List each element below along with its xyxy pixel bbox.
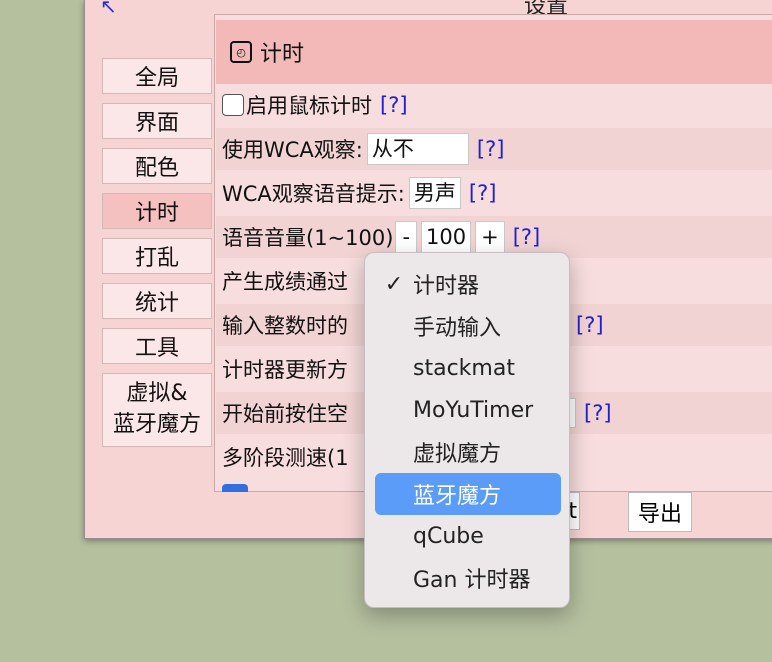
- sidebar-item-colors[interactable]: 配色: [102, 148, 212, 184]
- menu-item-label: 计时器: [413, 274, 480, 299]
- volume-decrease-button[interactable]: -: [395, 221, 418, 253]
- row-mouse-timer: 启用鼠标计时 [?]: [216, 84, 772, 126]
- help-link[interactable]: [?]: [513, 225, 541, 249]
- sidebar-item-label: 虚拟&: [126, 381, 188, 407]
- help-link[interactable]: [?]: [380, 93, 408, 117]
- multiphase-label: 多阶段测速(1: [222, 446, 349, 470]
- wca-voice-label: WCA观察语音提示:: [222, 182, 405, 206]
- menu-item-timer[interactable]: ✓ 计时器: [375, 263, 561, 305]
- help-link[interactable]: [?]: [469, 181, 497, 205]
- menu-item-label: 手动输入: [413, 316, 502, 341]
- integer-input-label: 输入整数时的: [222, 314, 348, 338]
- sidebar-item-ui[interactable]: 界面: [102, 103, 212, 139]
- sidebar-item-stats[interactable]: 统计: [102, 283, 212, 319]
- sidebar-item-virtual-bluetooth[interactable]: 虚拟& 蓝牙魔方: [102, 373, 212, 447]
- sidebar-item-tools[interactable]: 工具: [102, 328, 212, 364]
- export-button[interactable]: 导出: [628, 492, 692, 532]
- section-header: ◴ 计时: [216, 20, 772, 84]
- menu-item-qcube[interactable]: qCube: [375, 515, 561, 557]
- menu-item-label: MoYuTimer: [413, 397, 534, 423]
- checkmark-icon: ✓: [384, 271, 404, 297]
- help-link[interactable]: [?]: [584, 401, 612, 425]
- help-link[interactable]: [?]: [477, 137, 505, 161]
- back-arrow-icon[interactable]: ↖: [100, 0, 117, 18]
- volume-input[interactable]: 100: [421, 221, 472, 253]
- input-via-label: 产生成绩通过: [222, 270, 348, 294]
- volume-increase-button[interactable]: +: [475, 221, 505, 253]
- hold-space-label: 开始前按住空: [222, 402, 348, 426]
- menu-item-label: qCube: [413, 523, 484, 549]
- wca-inspection-label: 使用WCA观察:: [222, 138, 363, 162]
- input-method-dropdown: ✓ 计时器 手动输入 stackmat MoYuTimer 虚拟魔方 蓝牙魔方 …: [364, 252, 570, 608]
- menu-item-gan-timer[interactable]: Gan 计时器: [375, 557, 561, 599]
- menu-item-label: 虚拟魔方: [413, 442, 502, 467]
- mouse-timer-checkbox[interactable]: [222, 94, 244, 116]
- sidebar-item-scramble[interactable]: 打乱: [102, 238, 212, 274]
- menu-item-label: 蓝牙魔方: [413, 484, 502, 509]
- mouse-timer-label: 启用鼠标计时: [246, 94, 372, 118]
- row-wca-voice: WCA观察语音提示: 男声 [?]: [216, 172, 772, 214]
- help-link[interactable]: [?]: [576, 313, 604, 337]
- menu-item-manual[interactable]: 手动输入: [375, 305, 561, 347]
- volume-label: 语音音量(1~100): [222, 226, 394, 250]
- menu-item-virtual-cube[interactable]: 虚拟魔方: [375, 431, 561, 473]
- menu-item-moyutimer[interactable]: MoYuTimer: [375, 389, 561, 431]
- menu-item-bluetooth-cube[interactable]: 蓝牙魔方: [375, 473, 561, 515]
- checkbox-checked[interactable]: [222, 484, 248, 492]
- row-wca-inspection: 使用WCA观察: 从不 [?]: [216, 128, 772, 170]
- timer-icon: ◴: [230, 41, 252, 63]
- update-mode-label: 计时器更新方: [222, 358, 348, 382]
- menu-item-stackmat[interactable]: stackmat: [375, 347, 561, 389]
- sidebar-item-global[interactable]: 全局: [102, 58, 212, 94]
- menu-item-label: stackmat: [413, 355, 515, 381]
- wca-voice-select[interactable]: 男声: [408, 177, 461, 209]
- section-title: 计时: [260, 42, 305, 67]
- wca-inspection-select[interactable]: 从不: [366, 133, 469, 165]
- sidebar-item-timer[interactable]: 计时: [102, 193, 212, 229]
- sidebar-item-label: 蓝牙魔方: [112, 412, 201, 437]
- menu-item-label: Gan 计时器: [413, 568, 531, 593]
